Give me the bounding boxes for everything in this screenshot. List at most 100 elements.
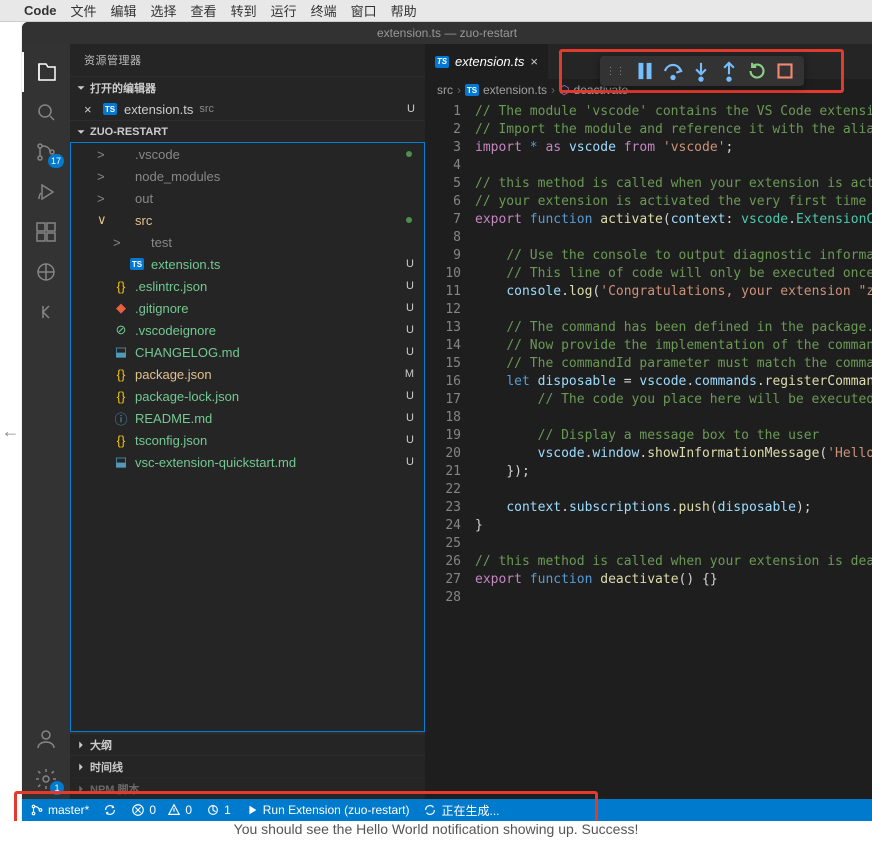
ts-file-icon: TS [102, 103, 118, 115]
tree-item-label: vsc-extension-quickstart.md [135, 455, 296, 470]
vscode-window: extension.ts — zuo-restart 17 1 资源管理器 打开… [22, 22, 872, 799]
tree-item-readme-md[interactable]: ⓘREADME.mdU [71, 407, 424, 429]
file-icon: {} [113, 367, 129, 382]
npm-header[interactable]: NPM 脚本 [70, 777, 425, 799]
problems-item[interactable]: 0 0 [131, 803, 192, 817]
docker-view-icon[interactable] [22, 252, 70, 292]
step-out-button[interactable] [716, 58, 742, 84]
file-icon: ⊘ [113, 322, 129, 338]
tree-item-src[interactable]: ∨src [71, 209, 424, 231]
breadcrumb-src[interactable]: src [437, 83, 453, 97]
explorer-view-icon[interactable] [22, 52, 70, 92]
menu-run[interactable]: 运行 [271, 1, 297, 20]
code-editor[interactable]: 1 2 3 4 5 6 7 8 9 10 11 12 13 14 15 16 1… [425, 101, 872, 799]
menu-view[interactable]: 查看 [191, 1, 217, 20]
drag-handle-icon[interactable]: ⋮⋮ [606, 66, 626, 77]
file-tree[interactable]: >.vscode>node_modules>out∨src>testTSexte… [70, 142, 425, 732]
project-header[interactable]: ZUO-RESTART [70, 120, 425, 142]
menu-terminal[interactable]: 终端 [311, 1, 337, 20]
tree-item--gitignore[interactable]: ◆.gitignoreU [71, 297, 424, 319]
open-editor-name: extension.ts [124, 102, 193, 117]
git-status: U [406, 390, 414, 402]
settings-icon[interactable]: 1 [22, 759, 70, 799]
tree-item-package-lock-json[interactable]: {}package-lock.jsonU [71, 385, 424, 407]
ts-file-icon: TS [465, 84, 479, 96]
building-item[interactable]: 正在生成... [423, 802, 499, 819]
step-over-button[interactable] [660, 58, 686, 84]
titlebar[interactable]: extension.ts — zuo-restart [22, 22, 872, 44]
open-editor-item[interactable]: × TS extension.ts src U [70, 98, 425, 120]
pause-button[interactable] [632, 58, 658, 84]
open-editors-header[interactable]: 打开的编辑器 [70, 76, 425, 98]
tree-item-out[interactable]: > out [71, 187, 424, 209]
tree-item-vsc-extension-quickstart-md[interactable]: ⬓ vsc-extension-quickstart.md U [71, 451, 424, 473]
file-icon: ⬓ [113, 454, 129, 470]
ts-file-icon: TS [435, 56, 449, 68]
tree-item-tsconfig-json[interactable]: {}tsconfig.jsonU [71, 429, 424, 451]
tree-item-label: .gitignore [135, 301, 188, 316]
tree-item-test[interactable]: >test [71, 231, 424, 253]
sync-item[interactable] [103, 803, 117, 817]
git-status: U [406, 434, 414, 446]
tree-item--vscodeignore[interactable]: ⊘ .vscodeignore U [71, 319, 424, 341]
git-status: U [406, 280, 414, 292]
file-icon: ⬓ [113, 344, 129, 360]
tree-item-package-json[interactable]: {}package.jsonM [71, 363, 424, 385]
editor-area: TS extension.ts × src› TS extension.ts› … [425, 44, 872, 799]
tree-item-label: .eslintrc.json [135, 279, 207, 294]
git-status: U [407, 103, 415, 115]
code-content[interactable]: // The module 'vscode' contains the VS C… [475, 101, 872, 799]
git-status: U [406, 324, 414, 336]
tab-extension-ts[interactable]: TS extension.ts × [425, 44, 549, 79]
settings-badge: 1 [50, 781, 64, 795]
arrow-view-icon[interactable] [22, 292, 70, 332]
extensions-view-icon[interactable] [22, 212, 70, 252]
close-tab-icon[interactable]: × [530, 54, 538, 69]
tree-item-label: .vscodeignore [135, 323, 216, 338]
git-status: U [406, 346, 414, 358]
debug-view-icon[interactable] [22, 172, 70, 212]
chevron-icon: > [97, 147, 111, 162]
menu-file[interactable]: 文件 [71, 1, 97, 20]
chevron-icon: > [97, 191, 111, 206]
restart-button[interactable] [744, 58, 770, 84]
menu-window[interactable]: 窗口 [351, 1, 377, 20]
tree-item-extension-ts[interactable]: TSextension.tsU [71, 253, 424, 275]
page-note: You should see the Hello World notificat… [0, 821, 872, 841]
menu-edit[interactable]: 编辑 [111, 1, 137, 20]
breadcrumb-file[interactable]: extension.ts [483, 83, 547, 97]
browser-back[interactable]: ← [0, 22, 22, 841]
scm-badge: 17 [48, 154, 64, 168]
outline-header[interactable]: 大纲 [70, 733, 425, 755]
ts-file-icon: TS [129, 258, 145, 270]
menu-help[interactable]: 帮助 [391, 1, 417, 20]
run-extension-item[interactable]: Run Extension (zuo-restart) [245, 803, 410, 817]
tree-item-label: src [135, 213, 152, 228]
timeline-header[interactable]: 时间线 [70, 755, 425, 777]
mac-menubar[interactable]: Code 文件 编辑 选择 查看 转到 运行 终端 窗口 帮助 [0, 0, 872, 22]
stop-button[interactable] [772, 58, 798, 84]
account-icon[interactable] [22, 719, 70, 759]
git-status: U [406, 456, 414, 468]
git-branch-item[interactable]: master* [30, 803, 89, 817]
tree-item-changelog-md[interactable]: ⬓CHANGELOG.mdU [71, 341, 424, 363]
step-into-button[interactable] [688, 58, 714, 84]
scm-view-icon[interactable]: 17 [22, 132, 70, 172]
git-dot [406, 217, 412, 223]
tree-item-label: test [151, 235, 172, 250]
menu-select[interactable]: 选择 [151, 1, 177, 20]
tree-item-label: out [135, 191, 153, 206]
app-name[interactable]: Code [24, 3, 57, 18]
tree-item--vscode[interactable]: >.vscode [71, 143, 424, 165]
tree-item-node-modules[interactable]: >node_modules [71, 165, 424, 187]
search-view-icon[interactable] [22, 92, 70, 132]
close-icon[interactable]: × [84, 102, 100, 117]
sidebar-title: 资源管理器 [70, 44, 425, 76]
tree-item--eslintrc-json[interactable]: {}.eslintrc.jsonU [71, 275, 424, 297]
menu-goto[interactable]: 转到 [231, 1, 257, 20]
ports-item[interactable]: 1 [206, 803, 231, 817]
tree-item-label: extension.ts [151, 257, 220, 272]
tab-label: extension.ts [455, 54, 524, 69]
chevron-icon: > [97, 169, 111, 184]
debug-toolbar[interactable]: ⋮⋮ [600, 56, 804, 86]
